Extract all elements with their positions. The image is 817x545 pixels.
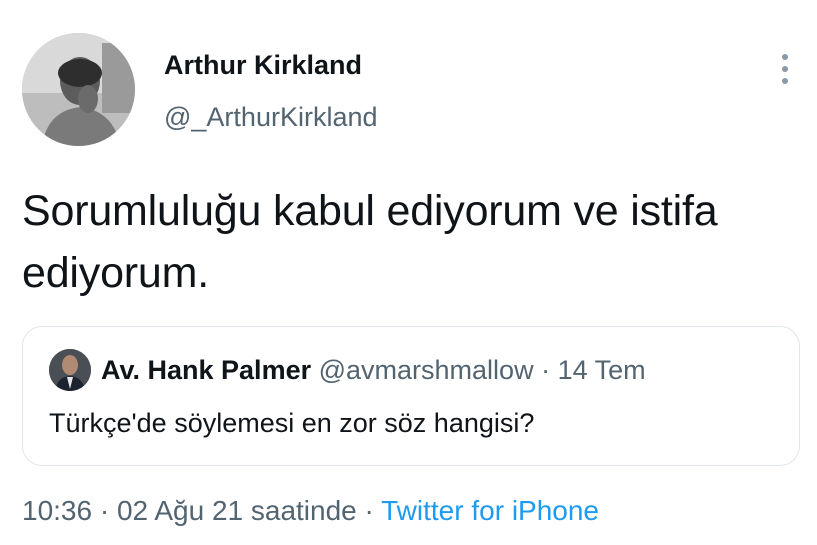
tweet-time[interactable]: 10:36 <box>22 495 92 526</box>
quoted-date: 14 Tem <box>557 355 646 385</box>
quoted-tweet-card[interactable]: Av. Hank Palmer @avmarshmallow · 14 Tem … <box>22 326 800 466</box>
tweet-metadata: 10:36 · 02 Ağu 21 saatinde · Twitter for… <box>22 495 599 527</box>
quoted-text: Türkçe'de söylemesi en zor söz hangisi? <box>49 408 535 438</box>
footer-separator: · <box>92 495 117 526</box>
tweet-date[interactable]: 02 Ağu 21 saatinde <box>117 495 357 526</box>
quoted-display-name: Av. Hank Palmer <box>101 355 312 385</box>
tweet-source-link[interactable]: Twitter for iPhone <box>381 495 599 526</box>
avatar-photo <box>49 349 91 391</box>
footer-separator: · <box>356 495 382 526</box>
avatar-photo <box>22 33 135 146</box>
author-handle[interactable]: @_ArthurKirkland <box>164 102 378 133</box>
more-options-icon[interactable] <box>774 54 796 84</box>
quoted-author-avatar <box>49 349 91 391</box>
tweet-text: Sorumluluğu kabul ediyorum ve istifa edi… <box>22 187 718 297</box>
author-display-name[interactable]: Arthur Kirkland <box>164 50 362 81</box>
quoted-handle: @avmarshmallow <box>318 355 534 385</box>
quoted-header: Av. Hank Palmer @avmarshmallow · 14 Tem <box>101 355 646 386</box>
author-avatar[interactable] <box>22 33 135 146</box>
quoted-separator: · <box>533 355 558 385</box>
